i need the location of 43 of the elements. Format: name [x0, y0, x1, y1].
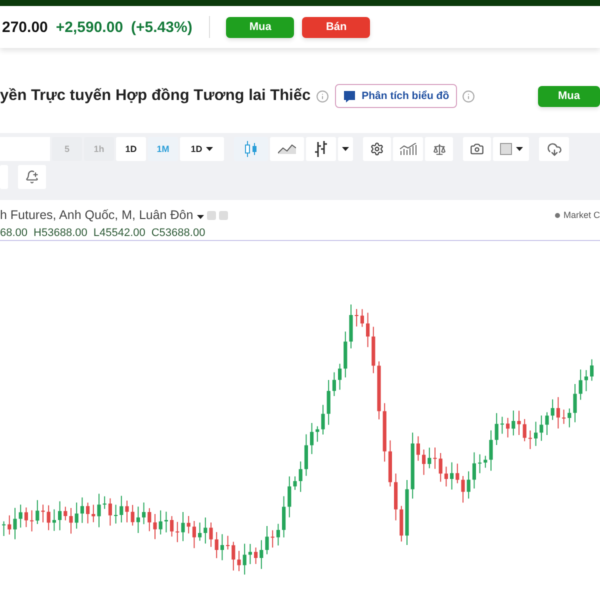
settings-button[interactable] [363, 137, 391, 161]
candlestick-type-button[interactable] [234, 137, 268, 161]
change-percent: (+5.43%) [131, 18, 192, 36]
price-text: 270.00 [2, 18, 48, 36]
chart-type-dropdown[interactable] [338, 137, 353, 161]
interval-button[interactable]: 1M [148, 137, 178, 161]
indicators-icon [399, 143, 417, 155]
ai-analysis-button[interactable]: Phân tích biểu đồ [334, 84, 458, 108]
bar-type-button[interactable] [306, 137, 336, 161]
candlestick-icon [244, 141, 258, 157]
sell-button[interactable]: Bán [302, 16, 370, 38]
ohlc-value: 68.00 [0, 227, 28, 239]
buy-button[interactable]: Mua [226, 16, 294, 38]
compare-button[interactable] [425, 137, 453, 161]
price-change: +2,590.00 [56, 18, 124, 36]
market-status: Market C [563, 210, 600, 220]
cloud-download-button[interactable] [539, 137, 569, 161]
page-title: yền Trực tuyến Hợp đồng Tương lai Thiếc [0, 87, 311, 105]
camera-icon [470, 142, 484, 156]
area-type-button[interactable] [270, 137, 304, 161]
caret-icon [342, 147, 349, 151]
interval-button[interactable]: 1D [116, 137, 146, 161]
caret-icon [206, 147, 214, 151]
color-swatch-icon [500, 143, 512, 155]
add-alert-button[interactable] [18, 165, 46, 189]
bell-plus-icon [25, 170, 39, 184]
interval-dropdown[interactable]: 1D [180, 137, 224, 161]
scale-icon [432, 142, 446, 156]
caret-icon [197, 215, 204, 219]
ohlc-value: H53688.00 [34, 227, 88, 239]
ohlc-value: L45542.00 [93, 227, 146, 239]
color-picker-button[interactable] [493, 137, 529, 161]
indicators-button[interactable] [393, 137, 423, 161]
cloud-download-icon [546, 142, 562, 156]
status-dot [555, 212, 560, 218]
buy-button[interactable]: Mua [538, 86, 600, 106]
caret-icon [516, 147, 522, 151]
ohlc-bars-icon [314, 141, 328, 157]
ai-chat-icon [342, 90, 356, 102]
area-chart-icon [278, 144, 296, 154]
symbol-label: h Futures, Anh Quốc, M, Luân Đôn [0, 208, 194, 222]
screenshot-button[interactable] [463, 137, 491, 161]
ohlc-value: C53688.00 [151, 227, 206, 239]
